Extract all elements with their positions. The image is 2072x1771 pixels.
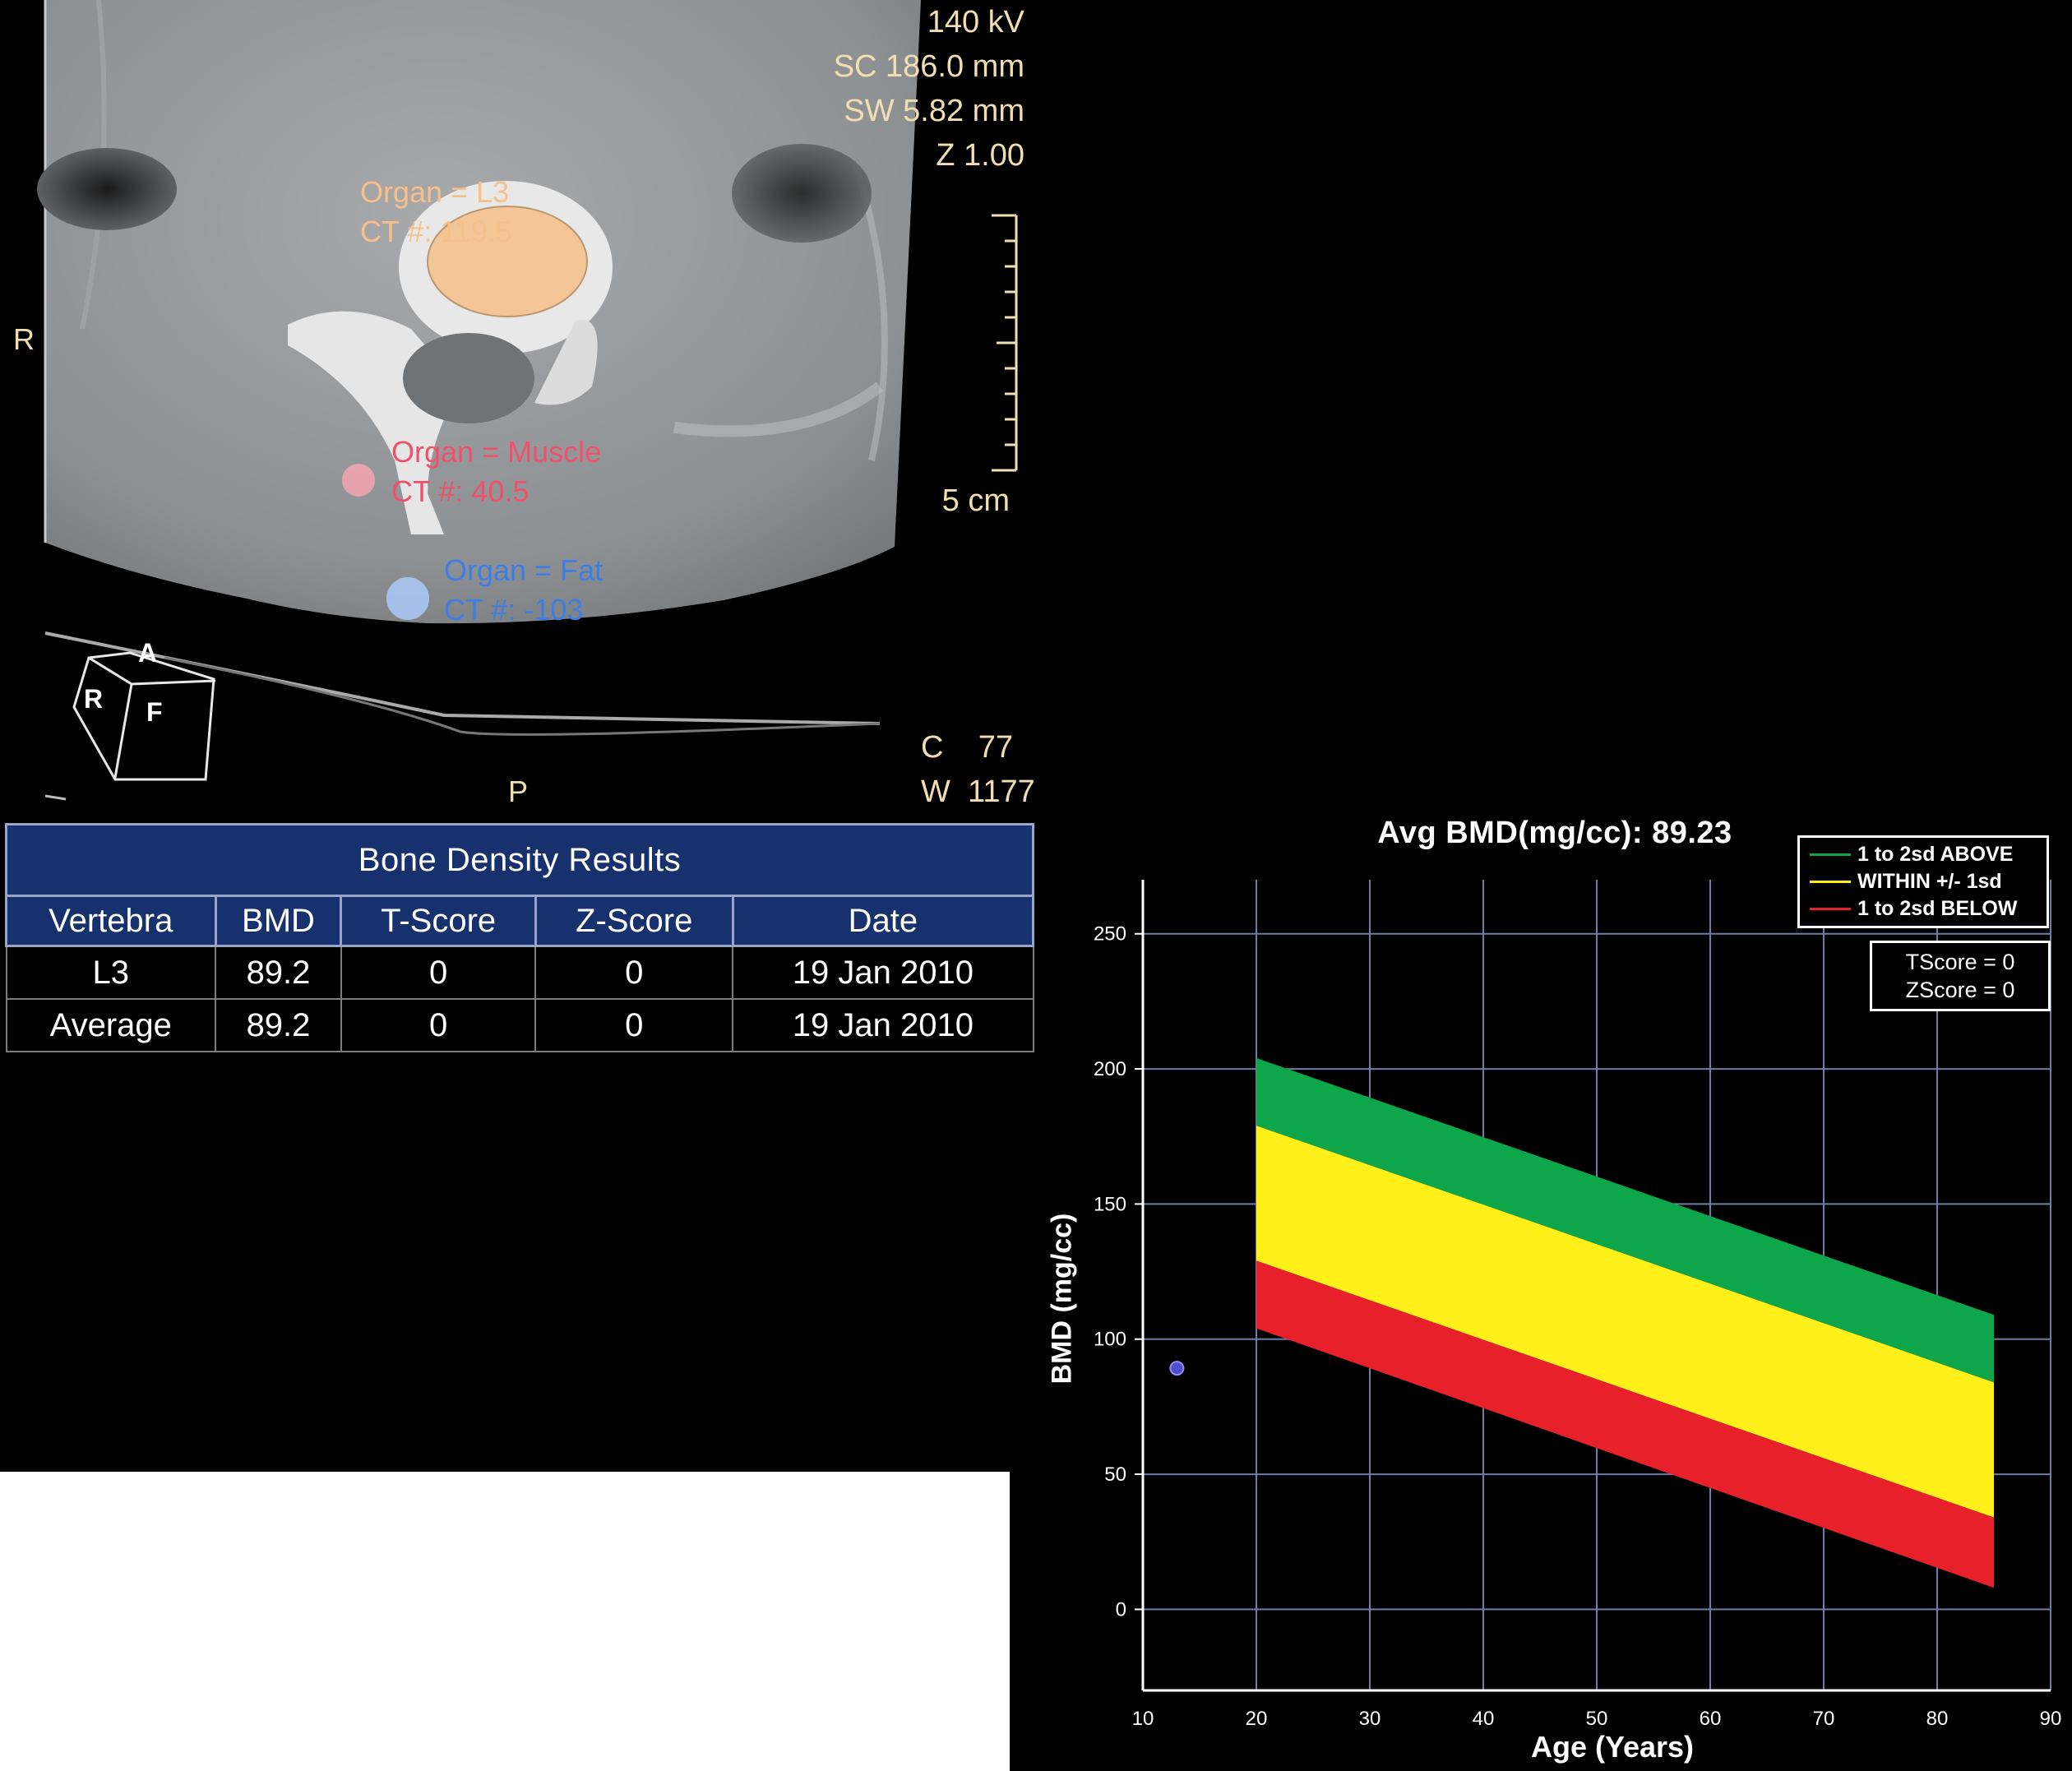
roi-l3-organ: Organ = L3	[360, 175, 510, 209]
roi-label-l3: Organ = L3 CT #: 119.5	[360, 173, 512, 252]
column-header-tscore[interactable]: T-Score	[340, 895, 537, 947]
ct-viewer[interactable]: 140 kV SC 186.0 mm SW 5.82 mm Z 1.00 5 c…	[0, 0, 1038, 814]
cell-zscore: 0	[534, 945, 734, 1000]
y-axis-label: BMD (mg/cc)	[1046, 1213, 1078, 1385]
x-axis-label: Age (Years)	[1530, 1730, 1695, 1764]
cell-tscore: 0	[340, 998, 537, 1052]
legend-item-below: 1 to 2sd BELOW	[1800, 895, 2047, 922]
roi-label-muscle: Organ = Muscle CT #: 40.5	[391, 432, 601, 511]
y-tick-label: 0	[1116, 1598, 1126, 1621]
table-title: Bone Density Results	[5, 823, 1034, 897]
legend-swatch-above	[1810, 853, 1851, 856]
legend-item-within: WITHIN +/- 1sd	[1800, 868, 2047, 895]
legend-swatch-below	[1810, 908, 1851, 910]
cell-vertebra: L3	[5, 945, 217, 1000]
sc-label: SC 186.0 mm	[833, 49, 1024, 84]
y-tick-label: 250	[1094, 923, 1126, 946]
blank-area	[0, 1472, 1010, 1771]
x-tick-label: 90	[2040, 1708, 2062, 1730]
x-tick-label: 10	[1132, 1708, 1154, 1730]
window-center-label: C	[921, 730, 944, 765]
roi-muscle-ct: CT #: 40.5	[391, 474, 530, 508]
legend-label-below: 1 to 2sd BELOW	[1857, 897, 2018, 920]
kv-label: 140 kV	[927, 5, 1024, 39]
legend-label-within: WITHIN +/- 1sd	[1857, 870, 2002, 893]
cell-date: 19 Jan 2010	[732, 998, 1034, 1052]
legend-swatch-within	[1810, 881, 1851, 883]
roi-label-fat: Organ = Fat CT #: -103	[444, 551, 603, 630]
table-row[interactable]: L3 89.2 0 0 19 Jan 2010	[5, 945, 1034, 1000]
y-tick-label: 100	[1094, 1329, 1126, 1351]
x-tick-label: 50	[1586, 1708, 1608, 1730]
cell-zscore: 0	[534, 998, 734, 1052]
x-tick-label: 70	[1813, 1708, 1835, 1730]
cell-bmd: 89.2	[215, 945, 342, 1000]
x-tick-label: 40	[1473, 1708, 1495, 1730]
roi-fat	[386, 577, 429, 620]
bmd-chart-panel: 10 20 30 40 50 60 70 80 90 0 50 100 150 200 250 Avg BM…	[1038, 814, 2072, 1771]
zscore-label: ZScore = 0	[1905, 978, 2015, 1002]
cube-label-front: F	[146, 697, 163, 727]
roi-l3-ct: CT #: 119.5	[360, 215, 512, 248]
score-box: TScore = 0 ZScore = 0	[1870, 941, 2051, 1011]
cube-label-left: R	[84, 684, 104, 714]
roi-muscle-organ: Organ = Muscle	[391, 435, 602, 469]
cell-tscore: 0	[340, 945, 537, 1000]
acquisition-info: 140 kV SC 186.0 mm SW 5.82 mm Z 1.00	[834, 0, 1024, 178]
cell-vertebra: Average	[5, 998, 217, 1052]
roi-fat-ct: CT #: -103	[444, 593, 584, 627]
scale-bar	[992, 214, 1018, 472]
x-tick-label: 60	[1700, 1708, 1722, 1730]
window-center-value: 77	[978, 730, 1013, 765]
x-tick-label: 20	[1246, 1708, 1268, 1730]
cell-bmd: 89.2	[215, 998, 342, 1052]
window-width-label: W	[921, 775, 950, 809]
results-panel: Bone Density Results Vertebra BMD T-Scor…	[0, 818, 1036, 1472]
roi-fat-organ: Organ = Fat	[444, 553, 604, 587]
chart-legend: 1 to 2sd ABOVE WITHIN +/- 1sd 1 to 2sd B…	[1797, 835, 2049, 928]
table-row[interactable]: Average 89.2 0 0 19 Jan 2010	[5, 998, 1034, 1052]
legend-item-above: 1 to 2sd ABOVE	[1800, 841, 2047, 868]
zoom-label: Z 1.00	[936, 138, 1024, 173]
y-tick-label: 200	[1094, 1058, 1126, 1080]
column-header-bmd[interactable]: BMD	[214, 895, 343, 947]
x-tick-label: 30	[1359, 1708, 1381, 1730]
bmd-data-point	[1169, 1361, 1185, 1376]
scale-label: 5 cm	[941, 483, 1010, 518]
orientation-left-label: R	[13, 322, 35, 356]
x-tick-label: 80	[1926, 1708, 1949, 1730]
cell-date: 19 Jan 2010	[732, 945, 1034, 1000]
sw-label: SW 5.82 mm	[844, 94, 1024, 128]
column-header-vertebra[interactable]: Vertebra	[5, 895, 217, 947]
cube-label-top: A	[138, 638, 158, 668]
y-tick-label: 150	[1094, 1193, 1126, 1215]
orientation-bottom-label: P	[508, 775, 529, 808]
column-header-zscore[interactable]: Z-Score	[534, 895, 734, 947]
window-level: C 77 W 1177	[921, 725, 1035, 814]
y-tick-label: 50	[1104, 1464, 1126, 1486]
tscore-label: TScore = 0	[1905, 950, 2015, 974]
roi-muscle	[342, 464, 375, 497]
window-width-value: 1177	[968, 775, 1035, 809]
column-header-date[interactable]: Date	[731, 895, 1035, 947]
legend-label-above: 1 to 2sd ABOVE	[1857, 843, 2014, 866]
bone-density-table: Bone Density Results Vertebra BMD T-Scor…	[5, 823, 1035, 1052]
orientation-cube	[72, 651, 216, 781]
